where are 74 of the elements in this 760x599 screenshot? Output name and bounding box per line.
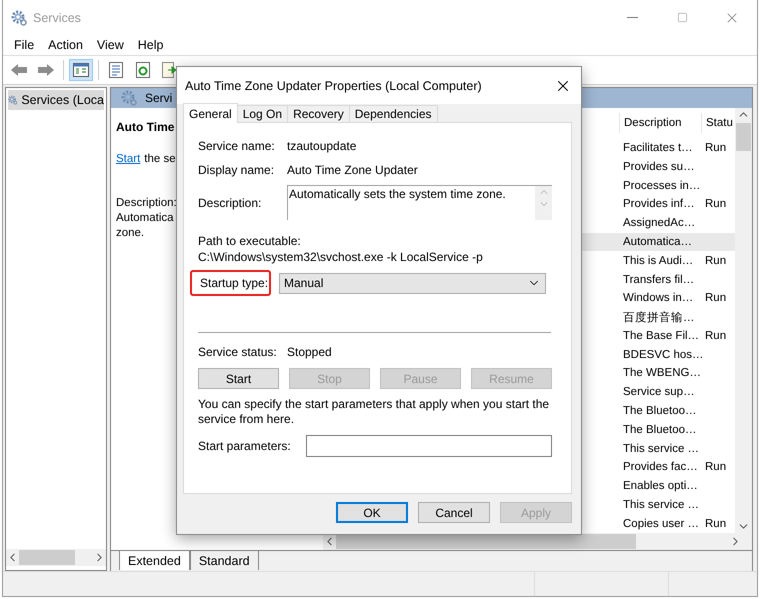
gear-icon — [11, 10, 27, 26]
table-cell-text: Run — [704, 330, 728, 342]
gear-icon — [121, 90, 137, 106]
dialog-button[interactable]: Cancel — [418, 502, 490, 523]
table-cell-text: Facilitates t… — [622, 142, 694, 154]
status-value: Stopped — [287, 345, 332, 359]
maximize-icon — [676, 12, 688, 23]
table-cell-text: Enables opti… — [622, 480, 699, 492]
dialog-button[interactable]: OK — [336, 502, 408, 523]
window-title: Services — [33, 10, 82, 24]
description-field[interactable]: Automatically sets the system time zone. — [287, 185, 552, 220]
table-cell-text: Provides inf… — [622, 198, 696, 210]
link-text: the se — [144, 153, 176, 165]
table-cell-text: 百度拼音输… — [622, 310, 696, 325]
field-label: Display name: — [198, 163, 276, 177]
instruction-text: You can specify the start parameters that apply when you start the service from here. — [198, 397, 550, 427]
start-parameters-field[interactable] — [306, 435, 552, 457]
dialog-tab[interactable]: Dependencies — [348, 105, 438, 123]
table-cell-text: Run — [704, 198, 728, 210]
pane-toggle-icon — [73, 63, 89, 77]
view-tab[interactable]: Extended — [119, 551, 190, 570]
list-sheet-icon — [109, 62, 123, 78]
dialog-tab[interactable]: Log On — [236, 105, 288, 123]
start-link[interactable]: Start — [116, 153, 140, 165]
table-cell-text: The Base Fil… — [622, 330, 700, 342]
description-text: zone. — [116, 226, 144, 241]
startup-type-dropdown[interactable]: Manual — [279, 272, 546, 294]
table-cell-text: Service sup… — [622, 386, 696, 398]
scrollbar-thumb[interactable] — [736, 123, 751, 151]
dialog-tab[interactable]: Recovery — [287, 105, 350, 123]
pane-title: Servi — [145, 91, 172, 105]
table-cell-text: This is Audi… — [622, 254, 694, 267]
field-label: Description: — [198, 196, 262, 210]
back-arrow-icon — [10, 63, 28, 77]
table-cell-text: Run — [704, 142, 728, 154]
table-cell-text: Run — [704, 292, 728, 304]
field-label: Path to executable: — [198, 234, 302, 248]
description-text: Automatica — [116, 211, 174, 226]
field-label: Service name: — [198, 139, 276, 153]
minimize-icon — [626, 17, 638, 18]
view-tab[interactable]: Standard — [190, 551, 259, 570]
path-value: C:\Windows\system32\svchost.exe -k LocalService -p — [198, 250, 484, 264]
table-cell-text: Windows in… — [622, 292, 694, 304]
field-label: Start parameters: — [198, 439, 292, 453]
service-name-value: tzautoupdate — [287, 139, 356, 153]
table-cell-text: This service … — [622, 442, 700, 455]
table-cell-text: Provides fac… — [622, 461, 699, 474]
description-label: Description: — [116, 196, 177, 211]
tree-item[interactable]: Services (Loca — [8, 90, 104, 110]
table-cell-text: Transfers fil… — [622, 274, 696, 286]
forward-arrow-icon — [37, 63, 55, 77]
menu-item[interactable]: Help — [130, 38, 170, 52]
column-header[interactable]: Description — [619, 113, 701, 134]
table-cell-text: AssignedAc… — [622, 217, 696, 230]
scrollbar-thumb[interactable] — [336, 534, 636, 549]
table-cell-text: The Bluetoo… — [622, 424, 698, 436]
menu-item[interactable]: Action — [41, 38, 90, 52]
field-label: Service status: — [198, 345, 278, 359]
startup-type-label: Startup type: — [190, 270, 271, 296]
service-button[interactable]: Start — [198, 368, 279, 389]
table-cell-text: Run — [704, 518, 728, 530]
dialog-tab[interactable]: General — [183, 103, 238, 123]
refresh-icon — [136, 62, 150, 78]
table-cell-text: Automatica… — [622, 236, 694, 248]
table-cell-text: Run — [704, 254, 728, 267]
table-cell-text: Copies user … — [622, 518, 700, 530]
table-cell-text: Run — [704, 461, 728, 474]
scrollbar-thumb[interactable] — [19, 550, 75, 565]
dialog-title: Auto Time Zone Updater Properties (Local Computer) — [185, 78, 482, 92]
display-name-value: Auto Time Zone Updater — [287, 163, 418, 177]
toolbar-button[interactable] — [69, 59, 93, 81]
menu-item[interactable]: View — [90, 38, 131, 52]
menu-item[interactable]: File — [7, 38, 42, 52]
service-title: Auto Time — [116, 120, 176, 134]
